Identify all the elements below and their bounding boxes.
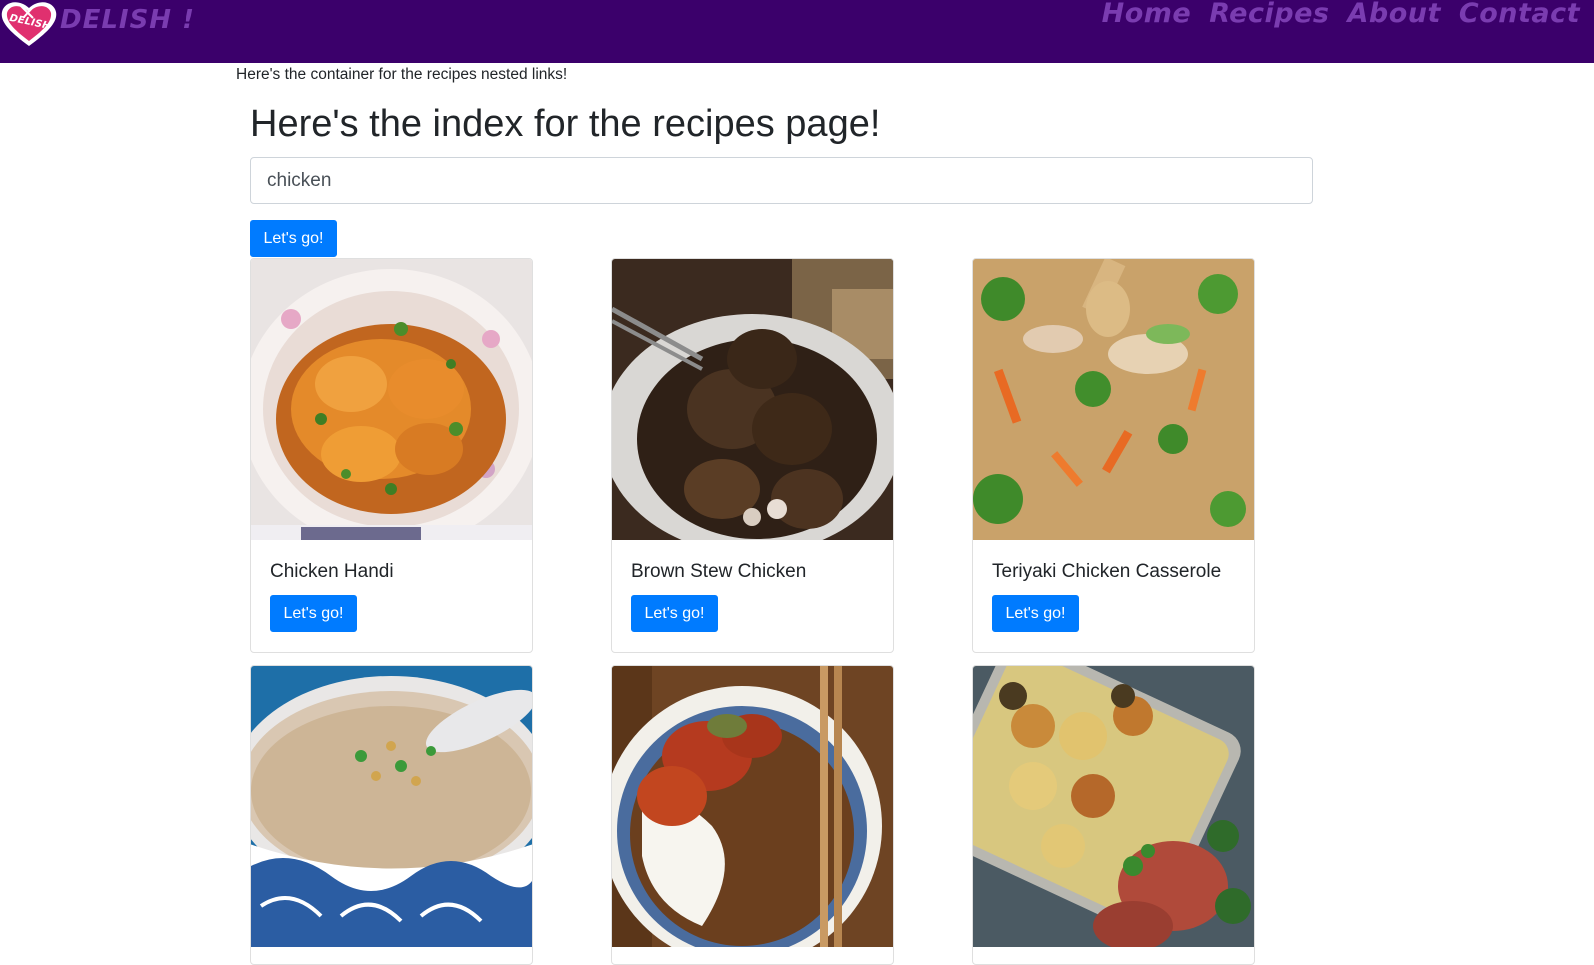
nav-link-about[interactable]: About bbox=[1347, 0, 1440, 29]
teriyaki-chicken-casserole-photo bbox=[973, 259, 1254, 540]
nav-links: Home Recipes About Contact bbox=[1102, 0, 1580, 29]
container-note: Here's the container for the recipes nes… bbox=[236, 66, 568, 83]
recipe-card-chicken-handi: Chicken Handi Let's go! bbox=[250, 258, 533, 653]
navbar: DELISH DELISH ! Home Recipes About Conta… bbox=[0, 0, 1594, 63]
katsu-chicken-curry-photo bbox=[612, 666, 893, 947]
card-title[interactable]: Teriyaki Chicken Casserole bbox=[992, 561, 1221, 583]
delish-logo-icon: DELISH bbox=[0, 0, 58, 48]
chicken-potato-bake-photo bbox=[973, 666, 1254, 947]
recipe-card-katsu-chicken-curry bbox=[611, 665, 894, 965]
card-title[interactable]: Chicken Handi bbox=[270, 561, 394, 583]
chicken-handi-photo bbox=[251, 259, 532, 540]
card-go-button[interactable]: Let's go! bbox=[631, 595, 718, 632]
brand-name[interactable]: DELISH ! bbox=[60, 5, 195, 35]
page-title: Here's the index for the recipes page! bbox=[250, 103, 881, 145]
nav-link-home[interactable]: Home bbox=[1102, 0, 1192, 29]
recipe-card-chicken-potato-bake bbox=[972, 665, 1255, 965]
card-title[interactable]: Brown Stew Chicken bbox=[631, 561, 806, 583]
card-go-button[interactable]: Let's go! bbox=[270, 595, 357, 632]
chicken-congee-photo bbox=[251, 666, 532, 947]
nav-link-contact[interactable]: Contact bbox=[1459, 0, 1580, 29]
brown-stew-chicken-photo bbox=[612, 259, 893, 540]
search-button[interactable]: Let's go! bbox=[250, 220, 337, 257]
brand-link[interactable]: DELISH DELISH ! bbox=[0, 0, 195, 48]
nav-link-recipes[interactable]: Recipes bbox=[1209, 0, 1329, 29]
recipe-card-chicken-congee bbox=[250, 665, 533, 965]
card-go-button[interactable]: Let's go! bbox=[992, 595, 1079, 632]
recipe-card-teriyaki-chicken-casserole: Teriyaki Chicken Casserole Let's go! bbox=[972, 258, 1255, 653]
search-input[interactable] bbox=[250, 157, 1313, 204]
recipe-card-brown-stew-chicken: Brown Stew Chicken Let's go! bbox=[611, 258, 894, 653]
